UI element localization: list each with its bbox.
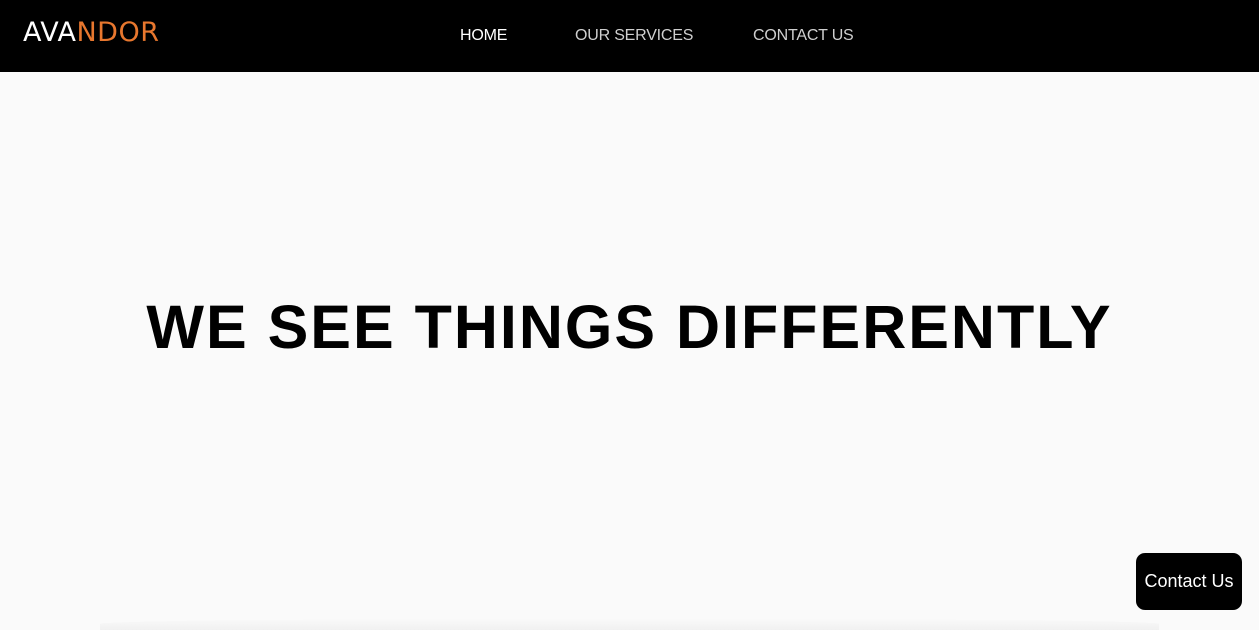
nav-our-services-link[interactable]: OUR SERVICES bbox=[575, 26, 693, 46]
nav-contact-us-link[interactable]: CONTACT US bbox=[753, 26, 854, 46]
logo-text-white: AVA bbox=[23, 17, 77, 48]
section-divider-shadow bbox=[100, 618, 1159, 630]
contact-us-floating-button[interactable]: Contact Us bbox=[1136, 553, 1242, 610]
logo-text-orange: NDOR bbox=[76, 17, 160, 48]
top-navbar: AVA NDOR HOME OUR SERVICES CONTACT US bbox=[0, 0, 1259, 72]
brand-logo[interactable]: AVA NDOR bbox=[23, 17, 159, 49]
hero-heading: WE SEE THINGS DIFFERENTLY bbox=[146, 293, 1113, 361]
page: AVA NDOR HOME OUR SERVICES CONTACT US WE … bbox=[0, 0, 1259, 630]
nav-home-link[interactable]: HOME bbox=[460, 26, 507, 46]
